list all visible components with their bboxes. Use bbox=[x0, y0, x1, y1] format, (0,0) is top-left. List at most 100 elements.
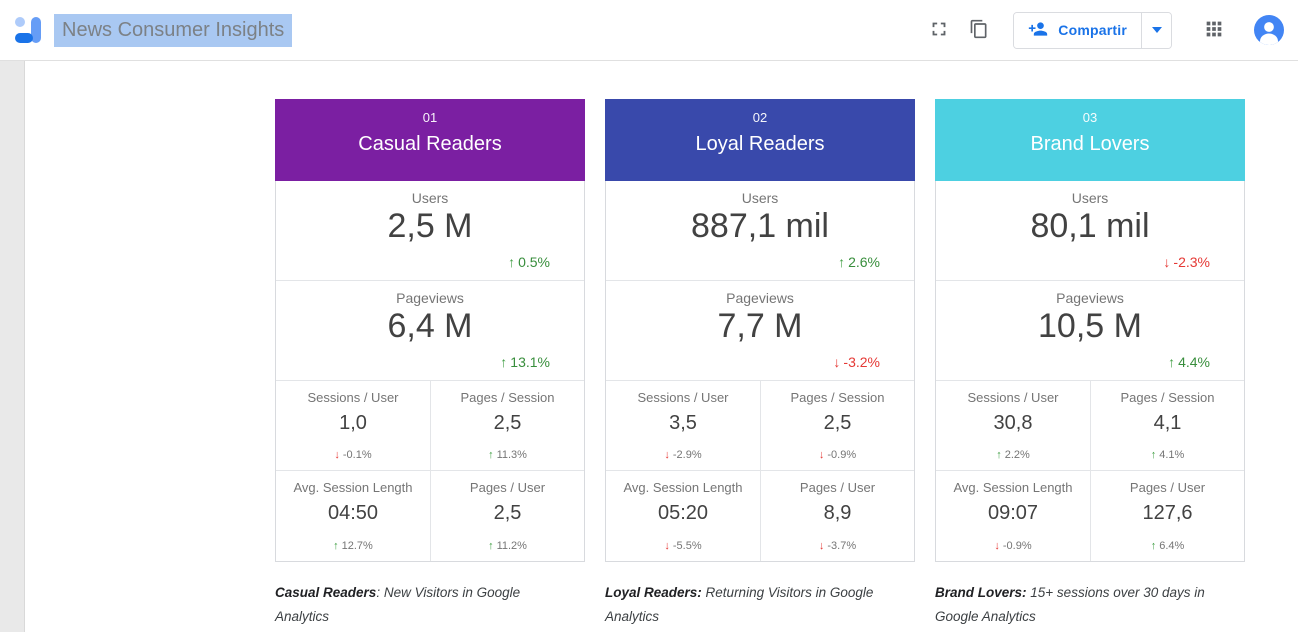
metric-pages-per-session: Pages / Session 2,5 11.3% bbox=[430, 381, 584, 470]
metric-delta: 0.5% bbox=[508, 254, 550, 270]
metric-label: Sessions / User bbox=[276, 381, 430, 405]
copy-pages-button[interactable] bbox=[959, 10, 999, 50]
metric-row: Avg. Session Length 09:07 -0.9% Pages / … bbox=[936, 471, 1244, 561]
footnote-brand-lovers: Brand Lovers: 15+ sessions over 30 days … bbox=[935, 581, 1227, 629]
metric-label: Pages / Session bbox=[431, 381, 584, 405]
metric-value: 2,5 M bbox=[276, 207, 584, 246]
metric-avg-session-length: Avg. Session Length 09:07 -0.9% bbox=[936, 471, 1090, 561]
share-split-button: Compartir bbox=[1013, 12, 1172, 49]
trend-arrow-icon bbox=[819, 540, 825, 552]
metric-row: Sessions / User 1,0 -0.1% Pages / Sessio… bbox=[276, 381, 584, 471]
metric-pages-per-session: Pages / Session 2,5 -0.9% bbox=[760, 381, 914, 470]
metric-label: Users bbox=[936, 181, 1244, 206]
share-button[interactable]: Compartir bbox=[1014, 13, 1141, 48]
card-title: Brand Lovers bbox=[935, 133, 1245, 156]
metric-pages-per-user: Pages / User 127,6 6.4% bbox=[1090, 471, 1244, 561]
metric-delta: -2.3% bbox=[1163, 254, 1210, 270]
metric-pageviews: Pageviews 7,7 M -3.2% bbox=[606, 281, 914, 381]
trend-arrow-icon bbox=[333, 540, 339, 552]
card-header: 01 Casual Readers bbox=[275, 99, 585, 181]
card-title: Loyal Readers bbox=[605, 133, 915, 156]
metric-value: 30,8 bbox=[936, 412, 1090, 435]
card-number: 02 bbox=[605, 99, 915, 125]
metric-avg-session-length: Avg. Session Length 04:50 12.7% bbox=[276, 471, 430, 561]
card-metrics: Users 887,1 mil 2.6% Pageviews 7,7 M -3.… bbox=[605, 181, 915, 562]
footnote-term: Brand Lovers: bbox=[935, 585, 1027, 600]
report-title[interactable]: News Consumer Insights bbox=[54, 14, 292, 47]
share-button-label: Compartir bbox=[1058, 22, 1127, 38]
caret-down-icon bbox=[1152, 27, 1162, 33]
user-avatar[interactable] bbox=[1254, 15, 1284, 45]
trend-arrow-icon bbox=[996, 449, 1002, 461]
canvas-left-margin bbox=[0, 61, 25, 632]
trend-arrow-icon bbox=[334, 449, 340, 461]
metric-sessions-per-user: Sessions / User 30,8 2.2% bbox=[936, 381, 1090, 470]
trend-arrow-icon bbox=[508, 254, 515, 270]
metric-row: Avg. Session Length 04:50 12.7% Pages / … bbox=[276, 471, 584, 561]
metric-label: Pages / User bbox=[1091, 471, 1244, 495]
metric-avg-session-length: Avg. Session Length 05:20 -5.5% bbox=[606, 471, 760, 561]
metric-users: Users 80,1 mil -2.3% bbox=[936, 181, 1244, 281]
metric-delta: 11.3% bbox=[431, 449, 584, 461]
trend-arrow-icon bbox=[1168, 354, 1175, 370]
copy-icon bbox=[969, 19, 989, 42]
card-title: Casual Readers bbox=[275, 133, 585, 156]
apps-grid-button[interactable] bbox=[1194, 10, 1234, 50]
scorecard-casual-readers: 01 Casual Readers Users 2,5 M 0.5% Pagev… bbox=[275, 99, 585, 562]
metric-value: 80,1 mil bbox=[936, 207, 1244, 246]
metric-value: 10,5 M bbox=[936, 307, 1244, 346]
metric-row: Avg. Session Length 05:20 -5.5% Pages / … bbox=[606, 471, 914, 561]
metric-users: Users 887,1 mil 2.6% bbox=[606, 181, 914, 281]
toolbar-actions: Compartir bbox=[919, 10, 1284, 50]
scorecard-loyal-readers: 02 Loyal Readers Users 887,1 mil 2.6% Pa… bbox=[605, 99, 915, 562]
trend-arrow-icon bbox=[488, 449, 494, 461]
trend-arrow-icon bbox=[664, 540, 670, 552]
metric-label: Users bbox=[606, 181, 914, 206]
metric-label: Pageviews bbox=[606, 281, 914, 306]
metric-pageviews: Pageviews 10,5 M 4.4% bbox=[936, 281, 1244, 381]
apps-grid-icon bbox=[1203, 18, 1225, 43]
metric-label: Pageviews bbox=[276, 281, 584, 306]
metric-label: Users bbox=[276, 181, 584, 206]
metric-delta: 6.4% bbox=[1091, 540, 1244, 552]
person-add-icon bbox=[1028, 19, 1048, 42]
metric-pages-per-user: Pages / User 2,5 11.2% bbox=[430, 471, 584, 561]
fullscreen-button[interactable] bbox=[919, 10, 959, 50]
data-studio-logo-icon bbox=[10, 12, 46, 48]
metric-pages-per-user: Pages / User 8,9 -3.7% bbox=[760, 471, 914, 561]
metric-value: 7,7 M bbox=[606, 307, 914, 346]
metric-delta: 4.4% bbox=[1168, 354, 1210, 370]
card-number: 01 bbox=[275, 99, 585, 125]
share-dropdown-button[interactable] bbox=[1141, 13, 1171, 48]
metric-delta: 4.1% bbox=[1091, 449, 1244, 461]
trend-arrow-icon bbox=[833, 354, 840, 370]
trend-arrow-icon bbox=[488, 540, 494, 552]
metric-delta: -0.1% bbox=[276, 449, 430, 461]
metric-value: 127,6 bbox=[1091, 502, 1244, 525]
card-number: 03 bbox=[935, 99, 1245, 125]
metric-pages-per-session: Pages / Session 4,1 4.1% bbox=[1090, 381, 1244, 470]
trend-arrow-icon bbox=[994, 540, 1000, 552]
card-header: 02 Loyal Readers bbox=[605, 99, 915, 181]
metric-label: Avg. Session Length bbox=[276, 471, 430, 495]
metric-value: 2,5 bbox=[761, 412, 914, 435]
metric-label: Pages / User bbox=[431, 471, 584, 495]
metric-pageviews: Pageviews 6,4 M 13.1% bbox=[276, 281, 584, 381]
metric-delta: -3.7% bbox=[761, 540, 914, 552]
metric-label: Pageviews bbox=[936, 281, 1244, 306]
metric-delta: -5.5% bbox=[606, 540, 760, 552]
metric-value: 1,0 bbox=[276, 412, 430, 435]
top-bar: News Consumer Insights Compartir bbox=[0, 0, 1298, 61]
metric-delta: 2.2% bbox=[936, 449, 1090, 461]
trend-arrow-icon bbox=[664, 449, 670, 461]
metric-row: Sessions / User 3,5 -2.9% Pages / Sessio… bbox=[606, 381, 914, 471]
footnote-term: Casual Readers bbox=[275, 585, 376, 600]
metric-delta: -0.9% bbox=[936, 540, 1090, 552]
metric-value: 8,9 bbox=[761, 502, 914, 525]
metric-sessions-per-user: Sessions / User 1,0 -0.1% bbox=[276, 381, 430, 470]
metric-delta: 11.2% bbox=[431, 540, 584, 552]
trend-arrow-icon bbox=[1151, 449, 1157, 461]
metric-users: Users 2,5 M 0.5% bbox=[276, 181, 584, 281]
card-metrics: Users 80,1 mil -2.3% Pageviews 10,5 M 4.… bbox=[935, 181, 1245, 562]
metric-delta: -2.9% bbox=[606, 449, 760, 461]
